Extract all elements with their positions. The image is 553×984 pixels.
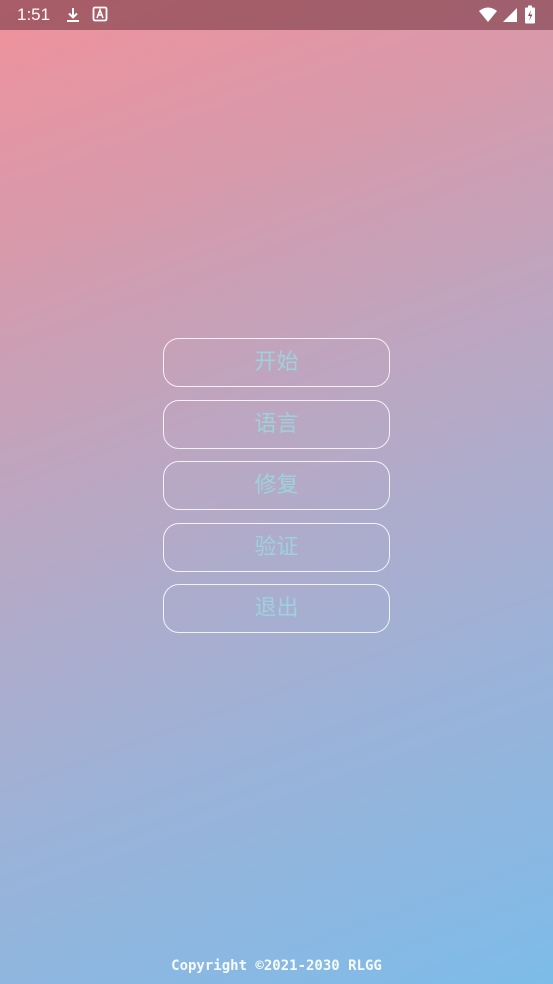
repair-button[interactable]: 修复 — [163, 461, 390, 510]
download-icon — [64, 6, 82, 24]
status-time: 1:51 — [17, 5, 51, 24]
start-button[interactable]: 开始 — [163, 338, 390, 387]
status-bar: 1:51 — [0, 0, 553, 30]
a-badge-icon — [92, 6, 110, 24]
battery-icon — [524, 5, 536, 24]
wifi-icon — [478, 6, 498, 24]
exit-button[interactable]: 退出 — [163, 584, 390, 633]
language-button[interactable]: 语言 — [163, 399, 390, 449]
copyright-footer: Copyright ©2021-2030 RLGG — [171, 958, 382, 974]
main-menu: 开始 语言 修复 验证 退出 — [163, 338, 390, 646]
verify-button[interactable]: 验证 — [163, 522, 390, 572]
signal-icon — [502, 6, 518, 24]
